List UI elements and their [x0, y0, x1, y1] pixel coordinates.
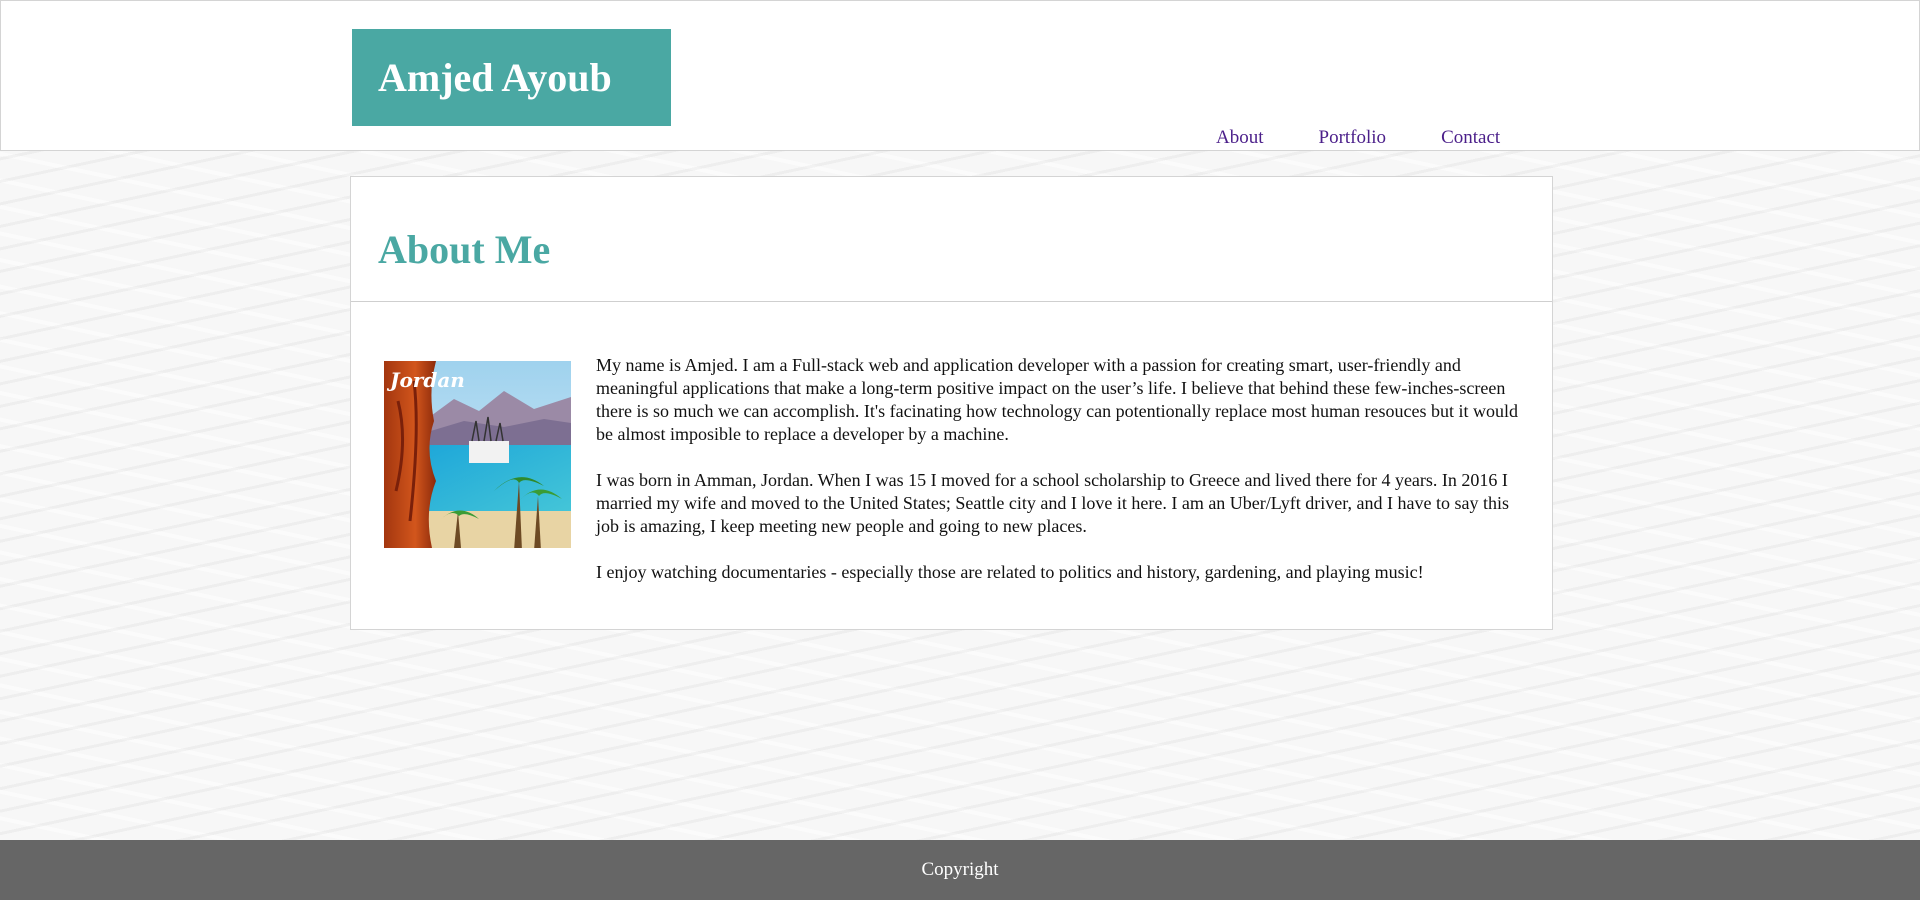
jordan-photo-image: Jordan: [384, 361, 571, 548]
profile-photo: Jordan: [384, 361, 571, 548]
about-header: About Me: [351, 177, 1552, 302]
bio-paragraph-3: I enjoy watching documentaries - especia…: [596, 562, 1424, 582]
nav-link-contact[interactable]: Contact: [1441, 126, 1500, 150]
photo-caption: Jordan: [386, 368, 465, 392]
main-nav: About Portfolio Contact: [1216, 126, 1500, 150]
nav-link-about[interactable]: About: [1216, 126, 1264, 150]
site-header: Amjed Ayoub About Portfolio Contact: [0, 0, 1920, 151]
nav-link-portfolio[interactable]: Portfolio: [1319, 126, 1387, 150]
bio-paragraph-1: My name is Amjed. I am a Full-stack web …: [596, 355, 1518, 444]
site-footer: Copyright: [0, 840, 1920, 900]
bio-paragraph-2: I was born in Amman, Jordan. When I was …: [596, 470, 1510, 536]
about-section: About Me Jordan My name is Amjed. I am a…: [350, 176, 1553, 630]
bio-text: My name is Amjed. I am a Full-stack web …: [596, 354, 1536, 607]
page-title: About Me: [378, 227, 551, 272]
copyright-text: Copyright: [921, 859, 999, 880]
site-title: Amjed Ayoub: [378, 55, 612, 100]
site-logo[interactable]: Amjed Ayoub: [352, 29, 671, 126]
